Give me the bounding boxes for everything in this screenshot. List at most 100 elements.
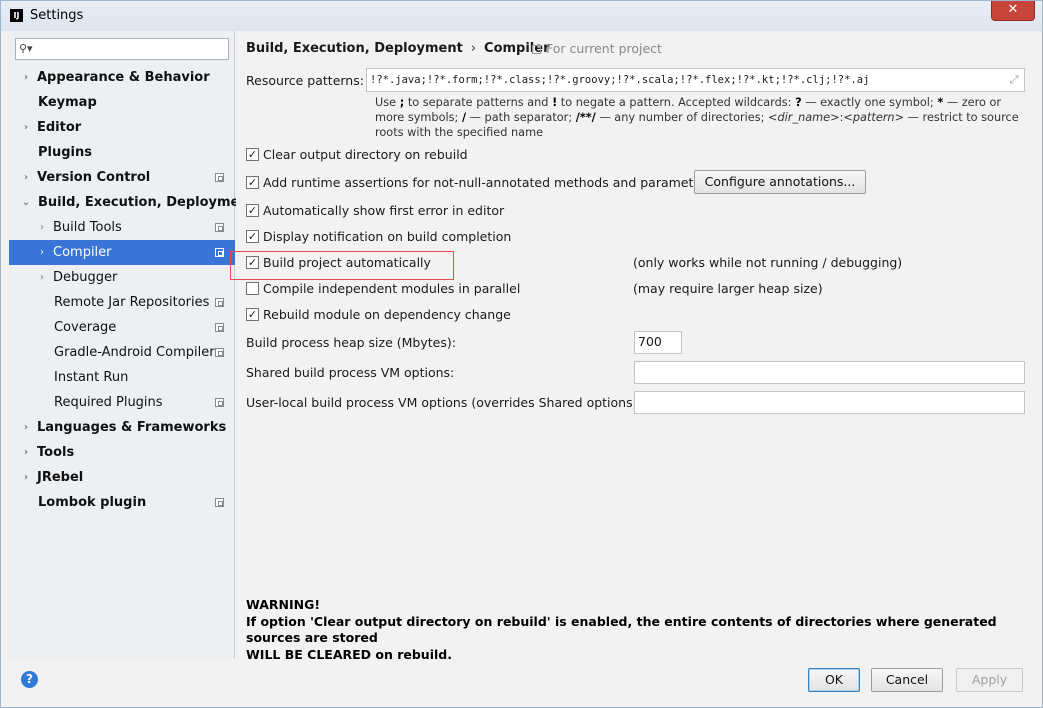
resource-patterns-hint: Use ; to separate patterns and ! to nega… bbox=[375, 96, 1019, 139]
close-button[interactable]: ✕ bbox=[991, 1, 1035, 21]
sidebar-item-label: Gradle-Android Compiler bbox=[54, 345, 215, 360]
sidebar-item-version-control[interactable]: › Version Control bbox=[9, 165, 235, 190]
display-notification-checkbox[interactable]: ✓ bbox=[246, 230, 259, 243]
chevron-down-icon[interactable]: ⌄ bbox=[21, 190, 31, 215]
runtime-assertions-checkbox[interactable]: ✓ bbox=[246, 176, 259, 189]
dialog-footer: ? OK Cancel Apply bbox=[1, 659, 1042, 707]
chevron-right-icon[interactable]: › bbox=[21, 65, 31, 90]
sidebar-item-label: Editor bbox=[37, 120, 82, 135]
resource-patterns-field[interactable]: !?*.java;!?*.form;!?*.class;!?*.groovy;!… bbox=[366, 68, 1025, 92]
show-first-error-checkbox[interactable]: ✓ bbox=[246, 204, 259, 217]
chevron-right-icon[interactable]: › bbox=[37, 240, 47, 265]
for-current-project-note: For current project bbox=[532, 41, 662, 56]
sidebar-item-label: Instant Run bbox=[54, 370, 129, 385]
heap-size-input[interactable]: 700 bbox=[634, 331, 682, 354]
project-scope-icon bbox=[215, 248, 224, 257]
sidebar-item-label: Build, Execution, Deployment bbox=[38, 195, 255, 210]
sidebar-item-editor[interactable]: › Editor bbox=[9, 115, 235, 140]
settings-search-box[interactable]: ⚲▾ bbox=[15, 38, 229, 60]
sidebar-item-keymap[interactable]: Keymap bbox=[9, 90, 235, 115]
sidebar-item-label: Debugger bbox=[53, 270, 118, 285]
sidebar-item-gradle-android-compiler[interactable]: Gradle-Android Compiler bbox=[9, 340, 235, 365]
highlight-annotation bbox=[230, 251, 454, 280]
clear-output-checkbox[interactable]: ✓ bbox=[246, 148, 259, 161]
chevron-right-icon[interactable]: › bbox=[21, 115, 31, 140]
configure-annotations-button[interactable]: Configure annotations... bbox=[694, 170, 866, 194]
warning-message: WARNING! If option 'Clear output directo… bbox=[246, 597, 1036, 663]
chevron-right-icon[interactable]: › bbox=[37, 265, 47, 290]
settings-window: IJ Settings ✕ ⚲▾ › Appearance & Behavior… bbox=[0, 0, 1043, 708]
display-notification-label[interactable]: Display notification on build completion bbox=[263, 228, 511, 246]
sidebar-item-label: Appearance & Behavior bbox=[37, 70, 210, 85]
sidebar-item-label: Tools bbox=[37, 445, 75, 460]
chevron-right-icon[interactable]: › bbox=[21, 165, 31, 190]
rebuild-module-label[interactable]: Rebuild module on dependency change bbox=[263, 306, 511, 324]
project-scope-icon bbox=[215, 173, 224, 182]
project-scope-icon bbox=[215, 498, 224, 507]
apply-button[interactable]: Apply bbox=[956, 668, 1023, 692]
sidebar-item-label: Languages & Frameworks bbox=[37, 420, 227, 435]
search-input[interactable] bbox=[38, 40, 226, 58]
sidebar-item-label: Build Tools bbox=[53, 220, 122, 235]
cancel-button[interactable]: Cancel bbox=[871, 668, 943, 692]
sidebar-item-build-execution-deployment[interactable]: ⌄ Build, Execution, Deployment bbox=[9, 190, 255, 215]
for-current-project-label: For current project bbox=[546, 41, 662, 56]
chevron-right-icon[interactable]: › bbox=[21, 440, 31, 465]
chevron-right-icon[interactable]: › bbox=[37, 215, 47, 240]
warning-line-1: If option 'Clear output directory on reb… bbox=[246, 613, 997, 646]
chevron-right-icon[interactable]: › bbox=[21, 415, 31, 440]
breadcrumb-parent: Build, Execution, Deployment bbox=[246, 41, 463, 56]
breadcrumb-separator: › bbox=[470, 41, 477, 56]
project-scope-icon bbox=[532, 45, 541, 54]
expand-field-icon[interactable]: ⤢ bbox=[1007, 73, 1021, 87]
sidebar-item-label: Required Plugins bbox=[54, 395, 163, 410]
sidebar-item-label: Plugins bbox=[38, 145, 92, 160]
breadcrumb: Build, Execution, Deployment › Compiler bbox=[246, 41, 550, 56]
warning-title: WARNING! bbox=[246, 597, 321, 612]
runtime-assertions-label[interactable]: Add runtime assertions for not-null-anno… bbox=[263, 174, 713, 192]
sidebar-item-instant-run[interactable]: Instant Run bbox=[9, 365, 235, 390]
compile-parallel-note: (may require larger heap size) bbox=[633, 281, 823, 296]
sidebar-item-remote-jar-repositories[interactable]: Remote Jar Repositories bbox=[9, 290, 235, 315]
compile-parallel-label[interactable]: Compile independent modules in parallel bbox=[263, 280, 520, 298]
sidebar-item-label: JRebel bbox=[37, 470, 84, 485]
sidebar-item-build-tools[interactable]: › Build Tools bbox=[9, 215, 235, 240]
sidebar-item-compiler[interactable]: › Compiler bbox=[9, 240, 235, 265]
project-scope-icon bbox=[215, 223, 224, 232]
project-scope-icon bbox=[215, 348, 224, 357]
help-icon[interactable]: ? bbox=[21, 671, 38, 688]
sidebar-item-coverage[interactable]: Coverage bbox=[9, 315, 235, 340]
chevron-right-icon[interactable]: › bbox=[21, 465, 31, 490]
build-automatically-note: (only works while not running / debuggin… bbox=[633, 255, 903, 270]
sidebar-item-debugger[interactable]: › Debugger bbox=[9, 265, 235, 290]
sidebar-item-required-plugins[interactable]: Required Plugins bbox=[9, 390, 235, 415]
search-icon[interactable]: ⚲▾ bbox=[19, 42, 35, 56]
sidebar-item-appearance-behavior[interactable]: › Appearance & Behavior bbox=[9, 65, 235, 90]
clear-output-label[interactable]: Clear output directory on rebuild bbox=[263, 146, 468, 164]
shared-vm-options-input[interactable] bbox=[634, 361, 1025, 384]
show-first-error-label[interactable]: Automatically show first error in editor bbox=[263, 202, 504, 220]
user-vm-options-input[interactable] bbox=[634, 391, 1025, 414]
project-scope-icon bbox=[215, 323, 224, 332]
rebuild-module-checkbox[interactable]: ✓ bbox=[246, 308, 259, 321]
shared-vm-options-label: Shared build process VM options: bbox=[246, 365, 455, 380]
project-scope-icon bbox=[215, 398, 224, 407]
sidebar-item-languages-frameworks[interactable]: › Languages & Frameworks bbox=[9, 415, 235, 440]
resource-patterns-label: Resource patterns: bbox=[246, 73, 364, 88]
compile-parallel-checkbox[interactable] bbox=[246, 282, 259, 295]
sidebar-item-label: Version Control bbox=[37, 170, 151, 185]
title-bar[interactable]: IJ Settings ✕ bbox=[1, 1, 1042, 31]
sidebar-item-label: Lombok plugin bbox=[38, 495, 147, 510]
window-title: Settings bbox=[30, 8, 84, 23]
sidebar-item-lombok-plugin[interactable]: Lombok plugin bbox=[9, 490, 235, 515]
intellij-app-icon: IJ bbox=[10, 9, 23, 22]
sidebar-item-jrebel[interactable]: › JRebel bbox=[9, 465, 235, 490]
ok-button[interactable]: OK bbox=[808, 668, 860, 692]
project-scope-icon bbox=[215, 298, 224, 307]
heap-size-label: Build process heap size (Mbytes): bbox=[246, 335, 456, 350]
sidebar-item-label: Compiler bbox=[53, 245, 112, 260]
sidebar-item-plugins[interactable]: Plugins bbox=[9, 140, 235, 165]
compiler-settings-panel: Build, Execution, Deployment › Compiler Fo… bbox=[236, 31, 1042, 662]
sidebar-item-label: Coverage bbox=[54, 320, 117, 335]
sidebar-item-tools[interactable]: › Tools bbox=[9, 440, 235, 465]
